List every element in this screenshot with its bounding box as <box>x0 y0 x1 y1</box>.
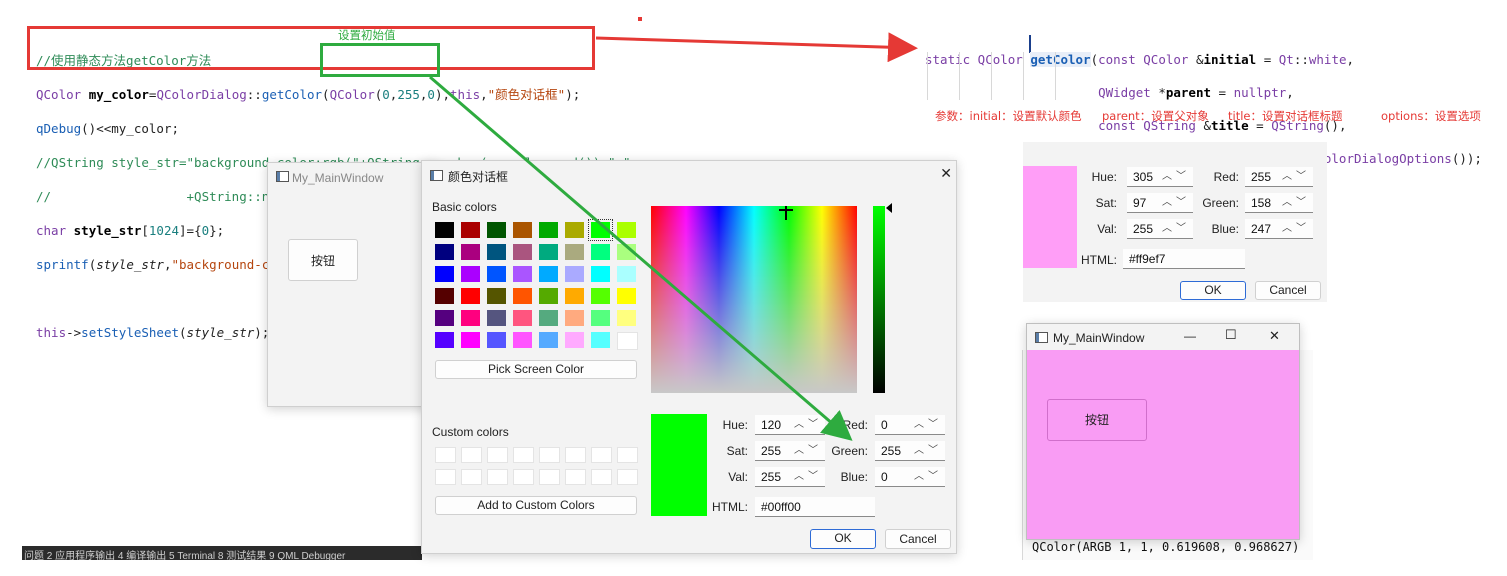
red-arrow <box>595 32 918 63</box>
annotation-arrows <box>429 32 918 441</box>
green-arrow <box>429 75 853 441</box>
